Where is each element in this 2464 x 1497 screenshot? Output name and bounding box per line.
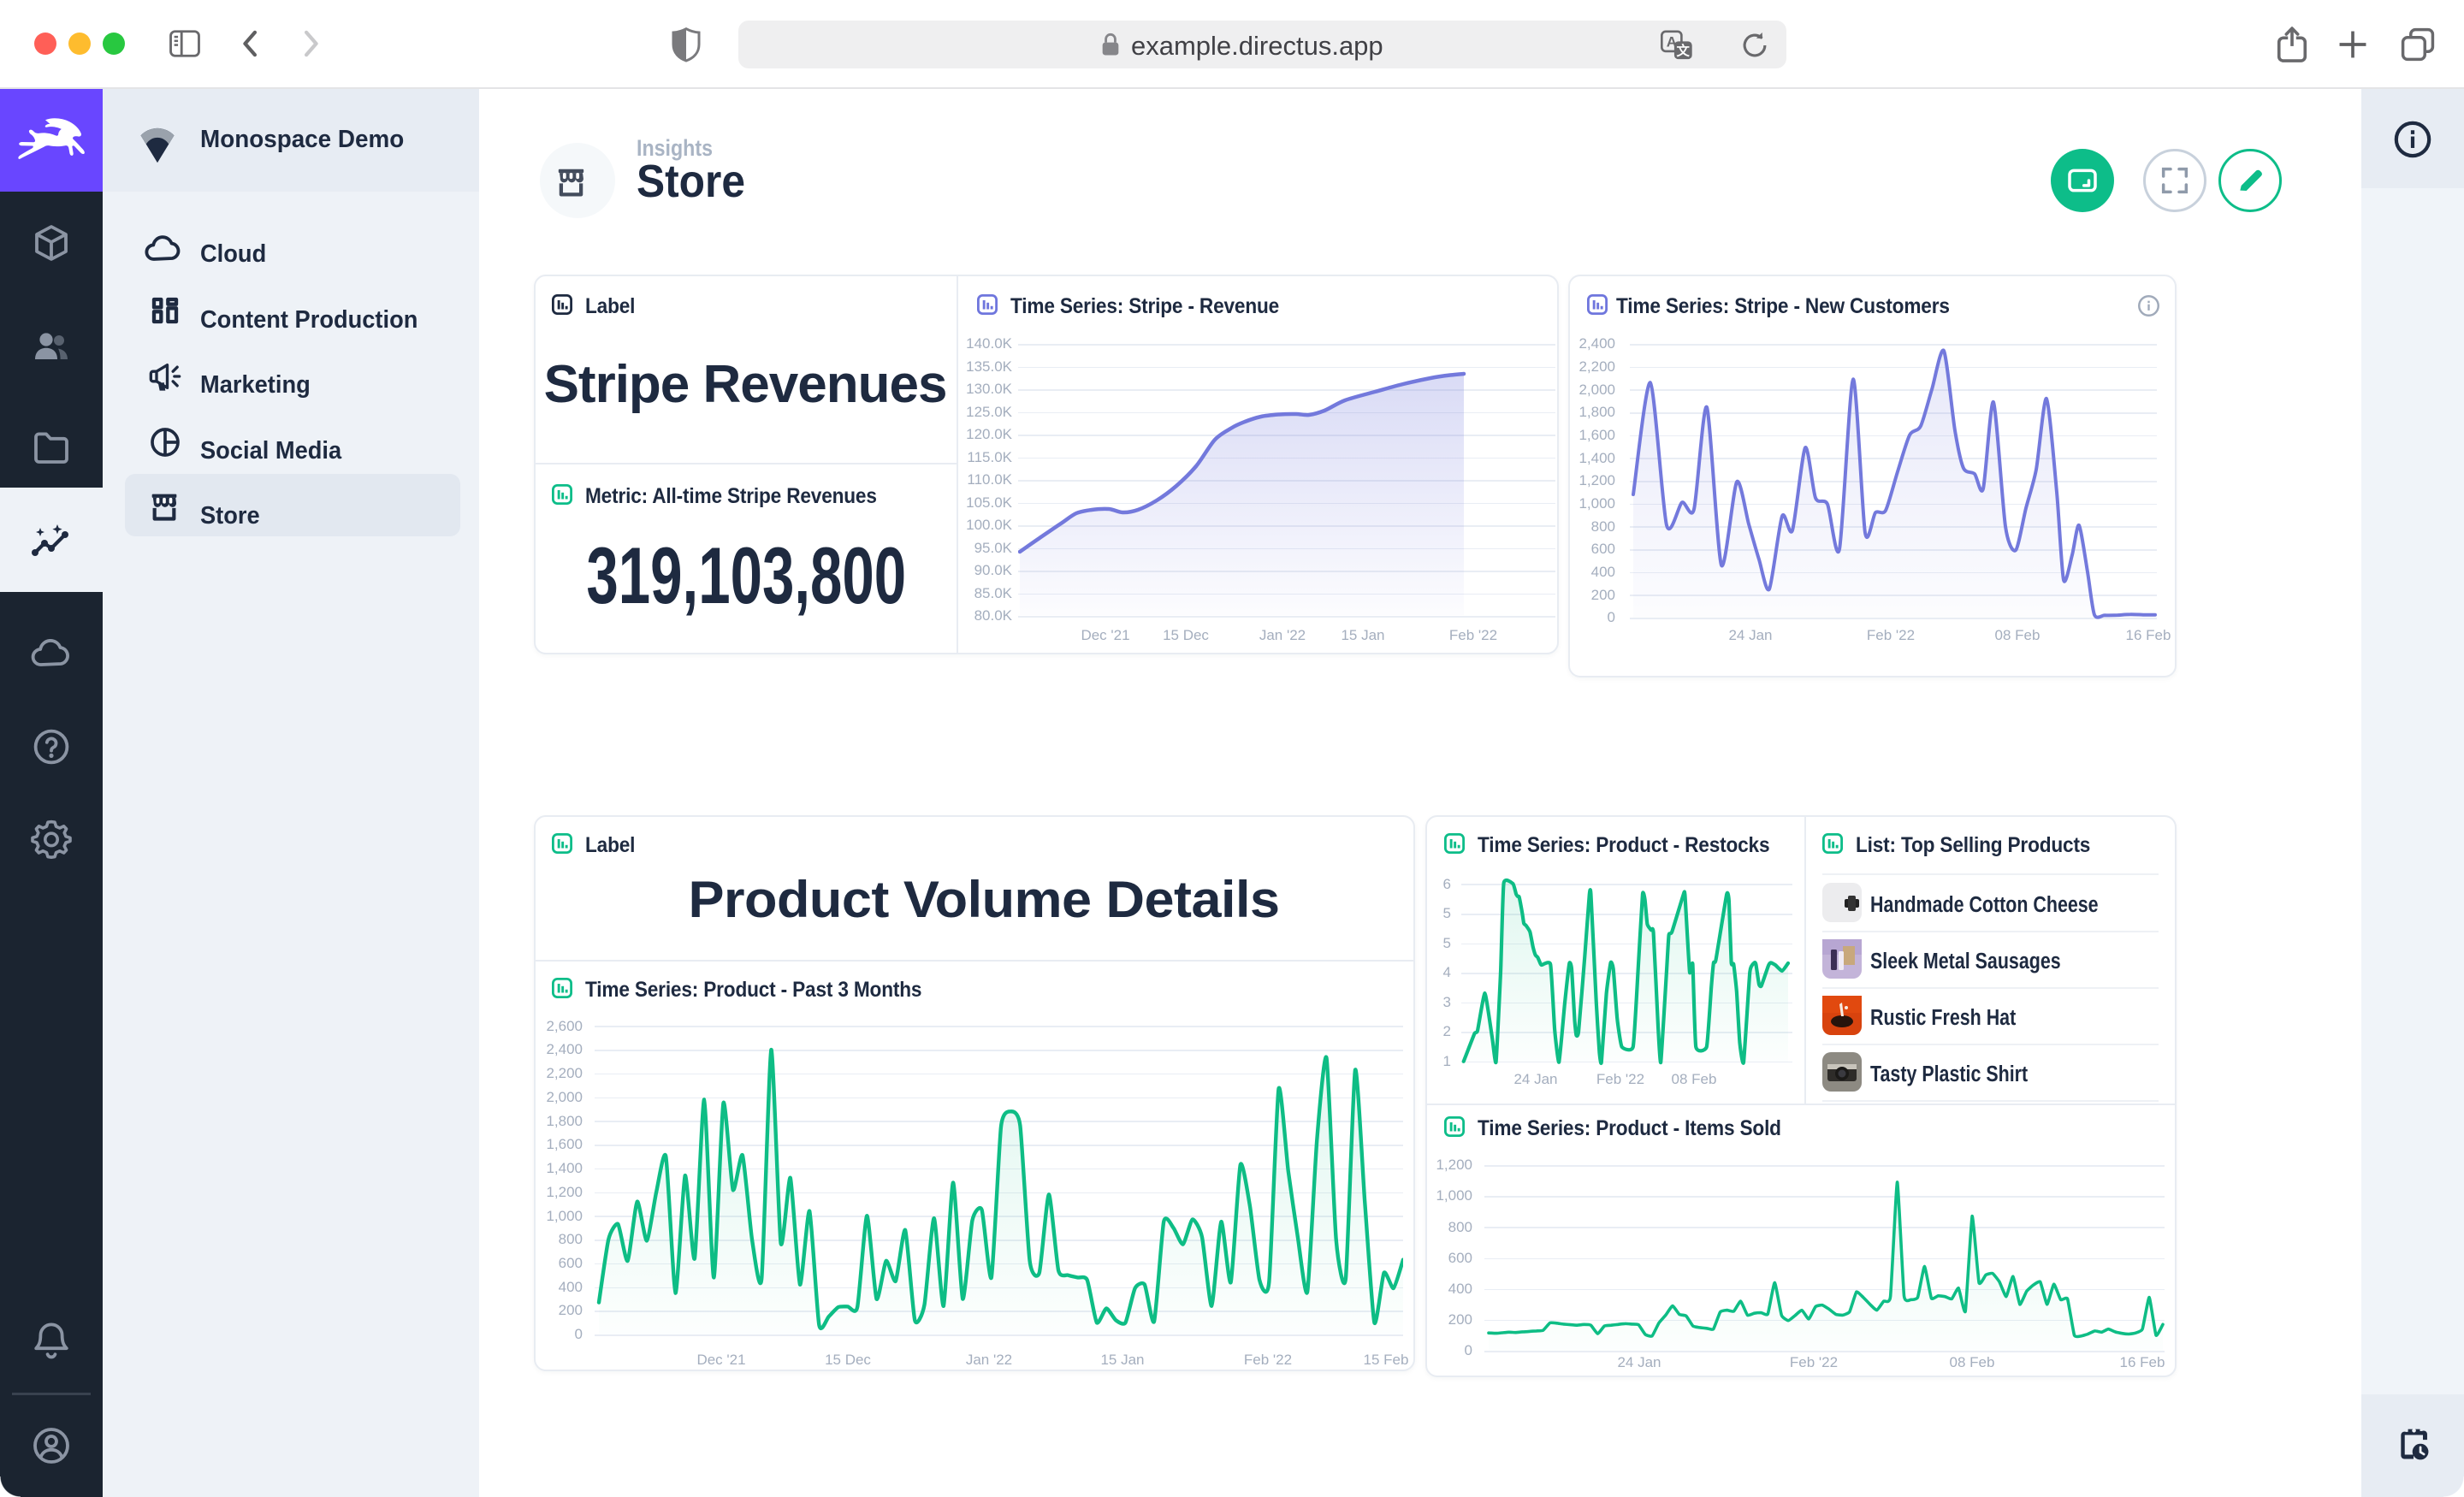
svg-text:文: 文 xyxy=(1677,43,1691,59)
